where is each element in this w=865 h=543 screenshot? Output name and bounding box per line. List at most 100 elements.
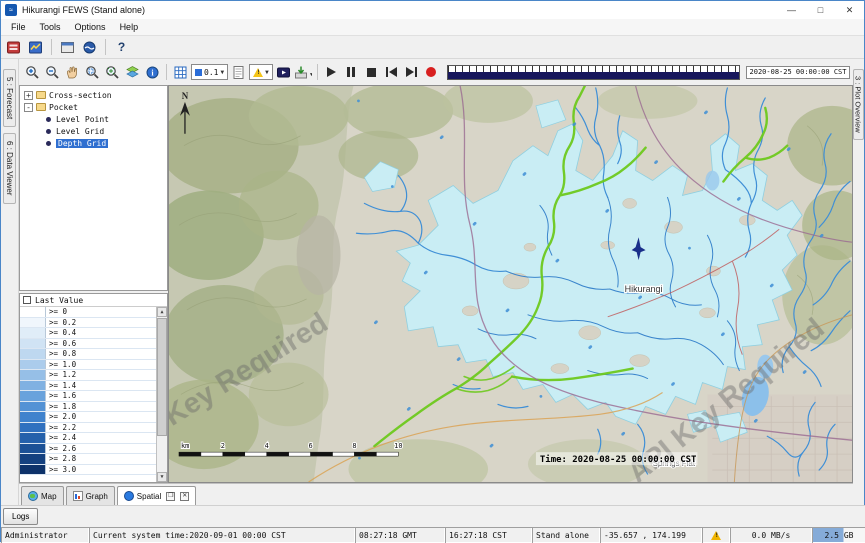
legend-row[interactable]: >= 1.4 — [20, 381, 156, 392]
legend-row[interactable]: >= 0.4 — [20, 328, 156, 339]
map-canvas[interactable]: API Key Required API Key Required Hikura… — [168, 85, 853, 483]
menu-options[interactable]: Options — [68, 20, 113, 34]
legend-row[interactable]: >= 2.0 — [20, 412, 156, 423]
tab-graph[interactable]: Graph — [66, 486, 115, 505]
scroll-up-icon[interactable]: ▲ — [157, 307, 167, 317]
legend-color-swatch — [20, 381, 46, 391]
tree-item-depth-grid[interactable]: Depth Grid — [20, 137, 167, 149]
step-forward-button[interactable] — [402, 62, 421, 82]
legend-row[interactable]: >= 2.2 — [20, 423, 156, 434]
folder-icon — [36, 103, 46, 111]
minimize-button[interactable]: — — [777, 1, 806, 19]
legend-row[interactable]: >= 1.0 — [20, 360, 156, 371]
status-memory: 2.5 GB — [812, 527, 865, 543]
legend-row[interactable]: >= 0 — [20, 307, 156, 318]
expand-icon[interactable]: + — [24, 91, 33, 100]
tab-spatial[interactable]: Spatial ❐ ✕ — [117, 486, 196, 505]
zoom-out-button[interactable] — [43, 62, 62, 82]
grid-size-dropdown[interactable]: 0.1 ▼ — [191, 64, 228, 80]
legend-row[interactable]: >= 2.8 — [20, 454, 156, 465]
restore-panel-icon[interactable]: ❐ — [166, 492, 175, 501]
scroll-thumb[interactable] — [157, 318, 167, 436]
scroll-down-icon[interactable]: ▼ — [157, 472, 167, 482]
sidebar-tab-plot-overview[interactable]: 3 : Plot Overview — [853, 69, 864, 140]
toolbar-separator — [166, 64, 167, 80]
globe-icon — [28, 491, 38, 501]
logs-button[interactable]: Logs — [3, 508, 38, 525]
legend-color-swatch — [20, 328, 46, 338]
menu-bar: File Tools Options Help — [1, 19, 864, 36]
zoom-extent-button[interactable] — [103, 62, 122, 82]
node-dot-icon — [46, 117, 51, 122]
menu-tools[interactable]: Tools — [33, 20, 68, 34]
export-button[interactable]: ▼ — [294, 62, 313, 82]
scale-unit: km — [181, 442, 189, 450]
maximize-button[interactable]: □ — [806, 1, 835, 19]
close-panel-icon[interactable]: ✕ — [180, 492, 189, 501]
chevron-down-icon: ▼ — [265, 69, 269, 76]
timeline-bar — [448, 72, 739, 79]
warning-icon — [711, 531, 721, 540]
record-icon — [426, 67, 436, 77]
sidebar-tab-data-viewer[interactable]: 6 : Data Viewer — [3, 133, 16, 204]
grid-button[interactable] — [171, 62, 190, 82]
graph-icon — [73, 491, 83, 501]
status-mode: Stand alone — [532, 527, 600, 543]
layers-button[interactable] — [123, 62, 142, 82]
tree-item-pocket[interactable]: - Pocket — [20, 101, 167, 113]
record-button[interactable] — [422, 62, 441, 82]
status-warning-cell[interactable] — [702, 527, 730, 543]
thresholds-dropdown[interactable]: ▼ — [249, 64, 273, 80]
legend-row[interactable]: >= 1.8 — [20, 402, 156, 413]
zoom-box-button[interactable] — [83, 62, 102, 82]
sidebar-tab-forecast[interactable]: 5 : Forecast — [3, 69, 16, 127]
status-network-rate: 0.0 MB/s — [730, 527, 812, 543]
tree-item-level-point[interactable]: Level Point — [20, 113, 167, 125]
legend-color-swatch — [20, 339, 46, 349]
skip-end-icon — [406, 67, 417, 77]
svg-text:▼: ▼ — [309, 72, 312, 78]
toolbar-separator — [51, 39, 52, 55]
help-icon[interactable]: ? — [112, 38, 131, 57]
svg-text:6: 6 — [308, 442, 312, 450]
legend-row[interactable]: >= 3.0 — [20, 465, 156, 476]
close-button[interactable]: ✕ — [835, 1, 864, 19]
layer-tree-panel: + Cross-section - Pocket Level Point Lev… — [19, 85, 168, 291]
menu-help[interactable]: Help — [113, 20, 146, 34]
legend-row[interactable]: >= 1.2 — [20, 370, 156, 381]
pause-button[interactable] — [342, 62, 361, 82]
legend-row[interactable]: >= 0.2 — [20, 318, 156, 329]
node-dot-icon — [46, 141, 51, 146]
status-user: Administrator — [1, 527, 89, 543]
legend-row[interactable]: >= 0.8 — [20, 349, 156, 360]
play-button[interactable] — [322, 62, 341, 82]
timeline-slider[interactable] — [447, 65, 740, 80]
legend-header: Last Value — [20, 294, 167, 307]
animation-button[interactable] — [274, 62, 293, 82]
info-button[interactable]: i — [143, 62, 162, 82]
database-icon[interactable] — [4, 38, 23, 57]
warning-icon — [253, 68, 263, 77]
legend-row[interactable]: >= 2.4 — [20, 433, 156, 444]
legend-color-swatch — [20, 402, 46, 412]
collapse-icon[interactable]: - — [24, 103, 33, 112]
time-series-icon[interactable] — [26, 38, 45, 57]
tree-item-level-grid[interactable]: Level Grid — [20, 125, 167, 137]
legend-row[interactable]: >= 0.6 — [20, 339, 156, 350]
tab-map[interactable]: Map — [21, 486, 64, 505]
profile-button[interactable] — [229, 62, 248, 82]
logs-row: Logs — [1, 505, 865, 527]
display-window-icon[interactable] — [58, 38, 77, 57]
legend-row[interactable]: >= 2.6 — [20, 444, 156, 455]
stop-button[interactable] — [362, 62, 381, 82]
zoom-in-button[interactable] — [23, 62, 42, 82]
tree-item-cross-section[interactable]: + Cross-section — [20, 89, 167, 101]
pan-button[interactable] — [63, 62, 82, 82]
map-display-icon[interactable] — [80, 38, 99, 57]
last-value-checkbox[interactable] — [23, 296, 31, 304]
legend-row[interactable]: >= 1.6 — [20, 391, 156, 402]
app-window: ≈ Hikurangi FEWS (Stand alone) — □ ✕ Fil… — [0, 0, 865, 542]
legend-scrollbar[interactable]: ▲ ▼ — [156, 307, 167, 482]
step-back-button[interactable] — [382, 62, 401, 82]
menu-file[interactable]: File — [4, 20, 33, 34]
